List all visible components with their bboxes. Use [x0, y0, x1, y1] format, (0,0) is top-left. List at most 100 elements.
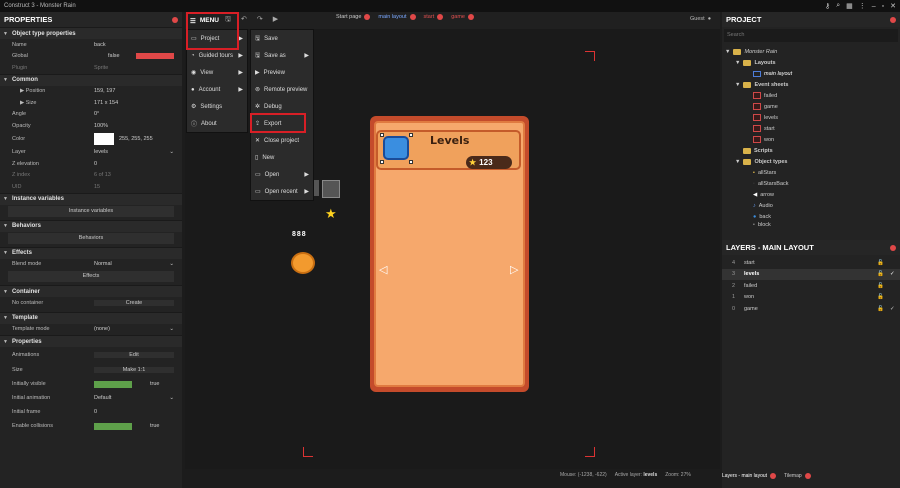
key-icon[interactable]: ⚷ — [825, 2, 830, 10]
menu-item-account[interactable]: ● Account ▶ — [187, 81, 247, 98]
size-field[interactable]: 171 x 154 — [94, 100, 174, 106]
menu-item-view[interactable]: ◉ View ▶ — [187, 64, 247, 81]
submenu-preview[interactable]: ▶ Preview — [251, 64, 313, 81]
blend-mode-select[interactable]: Normal ⌄ — [94, 261, 174, 267]
tree-root[interactable]: ▼ Monster Rain — [725, 46, 900, 57]
tree-obj-audio[interactable]: ♪ Audio — [725, 200, 900, 211]
global-toggle[interactable] — [136, 53, 174, 60]
tree-event-levels[interactable]: levels — [725, 112, 900, 123]
grid-icon[interactable]: ▦ — [846, 2, 853, 10]
play-icon[interactable]: ▶ — [273, 15, 278, 26]
audio-icon: ♪ — [753, 202, 756, 209]
submenu-open[interactable]: ▭ Open ▶ — [251, 166, 313, 183]
layer-row-won[interactable]: 1 won 🔓 — [722, 292, 900, 304]
opacity-field[interactable]: 100% — [94, 123, 174, 129]
menu-item-about[interactable]: ⓘ About — [187, 115, 247, 132]
redo-icon[interactable]: ↷ — [257, 15, 263, 26]
layer-row-game[interactable]: 0 game 🔓 ✓ — [722, 303, 900, 315]
tree-event-sheets[interactable]: ▼ Event sheets — [725, 79, 900, 90]
tab-layers-main-layout[interactable]: Layers - main layout — [722, 473, 777, 479]
submenu-new[interactable]: ▯ New — [251, 149, 313, 166]
collisions-toggle[interactable] — [94, 422, 132, 430]
layer-row-start[interactable]: 4 start 🔓 — [722, 257, 900, 269]
submenu-remote-preview[interactable]: ⊚ Remote preview — [251, 81, 313, 98]
maximize-icon[interactable]: ▫ — [882, 3, 884, 10]
more-icon[interactable]: ⋮ — [859, 2, 866, 10]
menu-item-settings[interactable]: ⚙ Settings — [187, 98, 247, 115]
tree-obj-back[interactable]: ● back — [725, 211, 900, 222]
gear-icon: ⚙ — [191, 104, 197, 110]
arrow-icon: ◀ — [753, 191, 758, 198]
star-sprite[interactable]: ★ — [325, 206, 337, 222]
submenu-close-project[interactable]: ✕ Close project — [251, 132, 313, 149]
tree-obj-allstars[interactable]: ▪ allStars — [725, 167, 900, 178]
effects-button[interactable]: Effects — [8, 271, 174, 282]
guest-account[interactable]: Guest ● — [690, 16, 711, 22]
right-arrow-icon[interactable]: ▷ — [510, 263, 518, 276]
section-effects[interactable]: ▼ Effects — [0, 246, 182, 259]
edit-animations-button[interactable]: Edit — [94, 351, 174, 358]
template-mode-select[interactable]: (none) ⌄ — [94, 326, 174, 332]
save-icon: 🖫 — [255, 35, 261, 42]
tree-obj-block[interactable]: ▪ block — [725, 222, 900, 228]
new-icon: ▯ — [255, 155, 259, 161]
name-field[interactable]: back — [94, 42, 174, 48]
properties-title: PROPERTIES — [4, 15, 53, 24]
tree-obj-allstarsback[interactable]: ▪ allStarsBack — [725, 178, 900, 189]
visible-toggle[interactable] — [94, 380, 132, 388]
tree-event-start[interactable]: start — [725, 123, 900, 134]
tree-event-won[interactable]: won — [725, 134, 900, 145]
tree-event-failed[interactable]: failed — [725, 90, 900, 101]
orange-ball-sprite[interactable] — [291, 252, 315, 274]
layer-row-levels[interactable]: 3 levels 🔓 ✓ — [722, 268, 900, 280]
behaviors-button[interactable]: Behaviors — [8, 232, 174, 244]
z-elevation-field[interactable]: 0 — [94, 161, 174, 167]
section-object-type[interactable]: ▼ Object type properties — [0, 27, 182, 39]
tab-start[interactable]: start — [424, 14, 444, 20]
layer-select[interactable]: levels ⌄ — [94, 149, 174, 155]
tab-main-layout[interactable]: main layout — [378, 14, 416, 20]
submenu-save[interactable]: 🖫 Save — [251, 30, 313, 47]
layer-row-failed[interactable]: 2 failed 🔓 — [722, 280, 900, 292]
tree-main-layout[interactable]: main layout — [725, 68, 900, 79]
close-dot-icon[interactable] — [172, 16, 178, 23]
tab-game[interactable]: game — [451, 14, 474, 20]
submenu-save-as[interactable]: 🖫 Save as ▶ — [251, 47, 313, 64]
instance-variables-button[interactable]: Instance variables — [8, 205, 174, 217]
section-container[interactable]: ▼ Container — [0, 285, 182, 297]
color-swatch[interactable] — [94, 133, 114, 145]
angle-field[interactable]: 0° — [94, 111, 174, 117]
dark-block-sprite[interactable] — [322, 180, 340, 198]
section-properties[interactable]: ▼ Properties — [0, 335, 182, 347]
initial-animation-select[interactable]: Default ⌄ — [94, 395, 174, 401]
section-behaviors[interactable]: ▼ Behaviors — [0, 219, 182, 232]
selected-button-sprite[interactable] — [383, 136, 409, 160]
search-icon[interactable]: ⌕ — [836, 2, 840, 10]
close-dot-icon[interactable] — [890, 16, 896, 23]
tree-layouts[interactable]: ▼ Layouts — [725, 57, 900, 68]
project-search-input[interactable]: Search — [724, 29, 898, 42]
tab-start-page[interactable]: Start page — [336, 14, 371, 20]
undo-icon[interactable]: ↶ — [241, 15, 247, 26]
section-common[interactable]: ▼ Common — [0, 73, 182, 86]
tree-scripts[interactable]: Scripts — [725, 145, 900, 156]
left-arrow-icon[interactable]: ◁ — [379, 263, 387, 276]
global-value[interactable]: false — [108, 53, 120, 59]
project-title: PROJECT — [726, 15, 762, 24]
minimize-icon[interactable]: – — [872, 3, 876, 10]
submenu-open-recent[interactable]: ▭ Open recent ▶ — [251, 183, 313, 200]
make-1-1-button[interactable]: Make 1:1 — [94, 366, 174, 373]
highlight-export — [250, 113, 306, 133]
initial-frame-field[interactable]: 0 — [94, 409, 174, 415]
tab-tilemap[interactable]: Tilemap — [784, 473, 811, 479]
digits-sprite[interactable]: 888 — [292, 231, 307, 238]
section-template[interactable]: ▼ Template — [0, 311, 182, 324]
section-instance-variables[interactable]: ▼ Instance variables — [0, 192, 182, 205]
close-dot-icon[interactable] — [890, 244, 896, 251]
tree-obj-arrow[interactable]: ◀ arrow — [725, 189, 900, 200]
close-icon[interactable]: ✕ — [890, 2, 896, 10]
position-field[interactable]: 159, 197 — [94, 88, 174, 94]
tree-object-types[interactable]: ▼ Object types — [725, 156, 900, 167]
tree-event-game[interactable]: game — [725, 101, 900, 112]
create-container-button[interactable]: Create — [94, 299, 174, 306]
